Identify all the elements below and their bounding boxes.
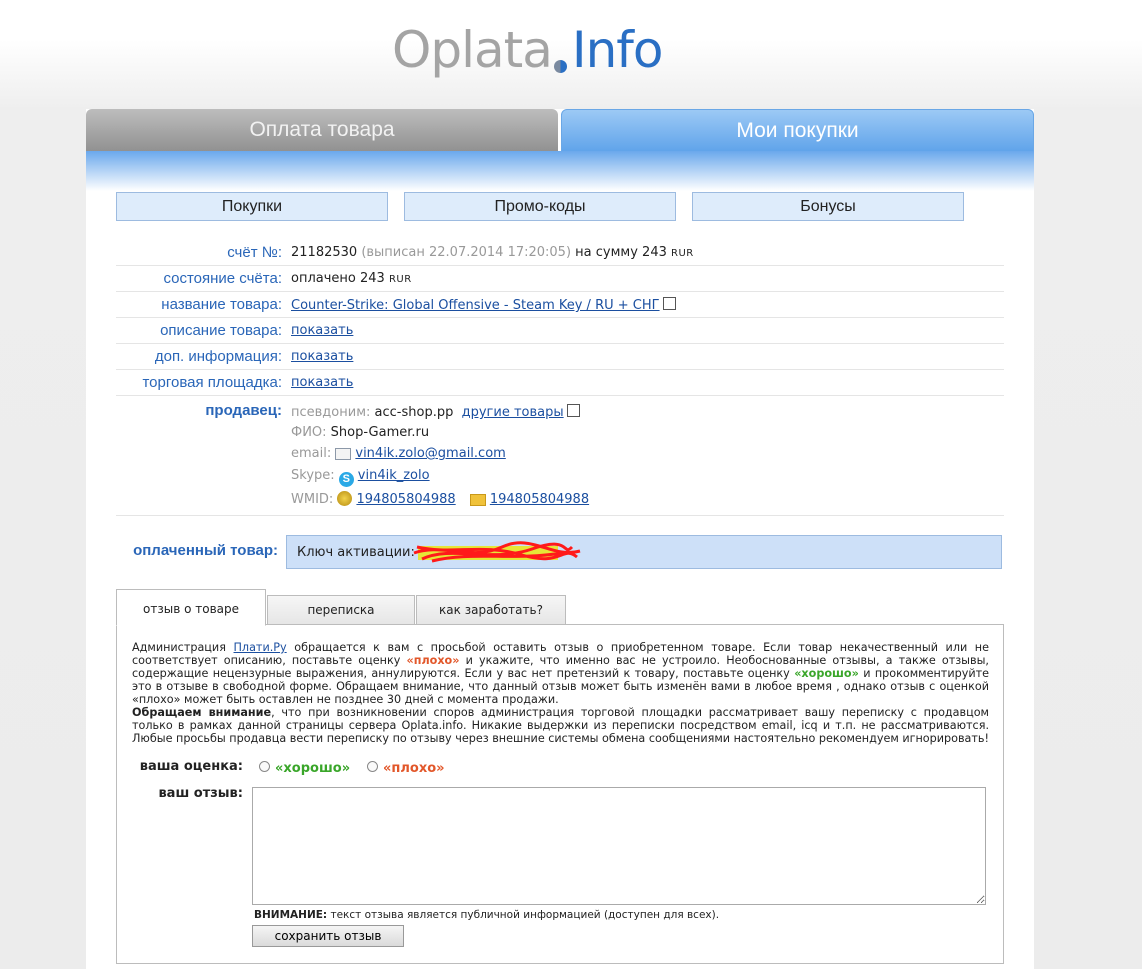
logo-text-info: Info [571, 21, 664, 79]
seller-block: продавец: псевдоним: acc-shop.pp другие … [116, 396, 1004, 516]
save-review-button[interactable]: сохранить отзыв [252, 925, 404, 947]
show-marketplace-link[interactable]: показать [291, 375, 353, 390]
show-extra-info-link[interactable]: показать [291, 349, 353, 364]
skype-label: Skype: [291, 468, 335, 483]
external-link-icon[interactable] [566, 404, 580, 417]
pseudonym-value: acc-shop.pp [374, 405, 454, 420]
logo-text-oplata: Oplata [392, 21, 553, 79]
email-label: email: [291, 446, 332, 461]
status-currency: RUR [388, 274, 412, 285]
plati-ru-link[interactable]: Плати.Ру [234, 641, 287, 654]
product-description-row: описание товара: показать [116, 318, 1004, 344]
rating-bad-label[interactable]: «плохо» [383, 761, 445, 776]
main-container: Оплата товара Мои покупки Покупки Промо-… [86, 109, 1034, 969]
seller-skype-line: Skype: Svin4ik_zolo [291, 468, 430, 487]
rating-good-label[interactable]: «хорошо» [275, 761, 350, 776]
warning-text: текст отзыва является публичной информац… [330, 909, 720, 921]
product-name-label: название товара: [161, 296, 282, 313]
mail-icon [335, 448, 352, 460]
rating-label: ваша оценка: [139, 759, 243, 774]
activation-key-label: Ключ активации: [297, 545, 415, 560]
feedback-label: ваш отзыв: [158, 786, 243, 801]
tab-review[interactable]: отзыв о товаре [116, 589, 266, 626]
tab-how-to-earn[interactable]: как заработать? [416, 595, 566, 625]
email-link[interactable]: vin4ik.zolo@gmail.com [355, 446, 505, 461]
skype-icon: S [338, 472, 354, 487]
marketplace-label: торговая площадка: [142, 374, 282, 391]
invoice-status-label: состояние счёта: [163, 270, 282, 287]
wmid-message-link[interactable]: 194805804988 [490, 492, 589, 507]
marketplace-row: торговая площадка: показать [116, 370, 1004, 396]
extra-info-row: доп. информация: показать [116, 344, 1004, 370]
tab-band [86, 151, 1034, 191]
review-panel: Администрация Плати.Ру обращается к вам … [116, 624, 1004, 964]
invoice-status-row: состояние счёта: оплачено 243 RUR [116, 266, 1004, 292]
tab-correspondence[interactable]: переписка [267, 595, 415, 625]
invoice-info: счёт №: 21182530 (выписан 22.07.2014 17:… [116, 240, 1004, 516]
purchases-button[interactable]: Покупки [116, 192, 388, 221]
product-name-value: Counter-Strike: Global Offensive - Steam… [291, 297, 676, 313]
bonuses-button[interactable]: Бонусы [692, 192, 964, 221]
paid-goods-box: Ключ активации: [286, 535, 1002, 569]
webmoney-icon [337, 491, 353, 506]
paid-goods-label: оплаченный товар: [133, 542, 278, 559]
tab-pay-goods[interactable]: Оплата товара [86, 109, 558, 153]
logo-dot-icon [552, 18, 572, 82]
fio-value: Shop-Gamer.ru [330, 425, 430, 440]
show-description-link[interactable]: показать [291, 323, 353, 338]
external-link-icon[interactable] [662, 297, 676, 310]
review-paragraph-2: Обращаем внимание, что при возникновении… [132, 706, 989, 745]
seller-label: продавец: [205, 402, 282, 419]
rating-bad-radio[interactable] [367, 761, 378, 772]
invoice-number: 21182530 [291, 245, 358, 260]
invoice-status-value: оплачено 243 RUR [291, 271, 412, 286]
review-text-a: Администрация [132, 641, 226, 654]
review-paragraph-1: Администрация Плати.Ру обращается к вам … [132, 641, 989, 706]
promo-codes-button[interactable]: Промо-коды [404, 192, 676, 221]
currency: RUR [671, 248, 694, 259]
feedback-textarea[interactable] [252, 787, 986, 905]
envelope-icon[interactable] [469, 494, 486, 506]
seller-email-line: email: vin4ik.zolo@gmail.com [291, 446, 506, 461]
site-logo[interactable]: Oplata Info [392, 18, 664, 82]
good-word: «хорошо» [794, 667, 859, 680]
product-name-row: название товара: Counter-Strike: Global … [116, 292, 1004, 318]
pseudonym-label: псевдоним: [291, 405, 371, 420]
review-instructions: Администрация Плати.Ру обращается к вам … [132, 641, 989, 745]
attention-bold: Обращаем внимание [132, 706, 272, 719]
extra-info-label: доп. информация: [154, 348, 282, 365]
warning-bold: ВНИМАНИЕ: [254, 909, 328, 921]
seller-fio-line: ФИО: Shop-Gamer.ru [291, 425, 429, 440]
status-text: оплачено 243 [291, 271, 385, 286]
skype-link[interactable]: vin4ik_zolo [358, 468, 430, 483]
invoice-issued-date: (выписан 22.07.2014 17:20:05) [361, 245, 572, 260]
seller-pseudonym-line: псевдоним: acc-shop.pp другие товары [291, 404, 580, 420]
rating-good-radio[interactable] [259, 761, 270, 772]
product-description-label: описание товара: [160, 322, 282, 339]
wmid-link[interactable]: 194805804988 [356, 492, 455, 507]
invoice-number-label: счёт №: [227, 244, 282, 261]
invoice-number-value: 21182530 (выписан 22.07.2014 17:20:05) н… [291, 245, 694, 260]
seller-wmid-line: WMID: 194805804988 194805804988 [291, 491, 589, 507]
tab-my-purchases[interactable]: Мои покупки [561, 109, 1034, 153]
redaction-scribble [413, 541, 581, 563]
product-name-link[interactable]: Counter-Strike: Global Offensive - Steam… [291, 298, 660, 313]
fio-label: ФИО: [291, 425, 327, 440]
other-goods-link[interactable]: другие товары [462, 405, 564, 420]
wmid-label: WMID: [291, 492, 334, 507]
bad-word: «плохо» [406, 654, 460, 667]
public-warning: ВНИМАНИЕ: текст отзыва является публично… [254, 909, 719, 921]
invoice-number-row: счёт №: 21182530 (выписан 22.07.2014 17:… [116, 240, 1004, 266]
invoice-sum: на сумму 243 [575, 245, 667, 260]
